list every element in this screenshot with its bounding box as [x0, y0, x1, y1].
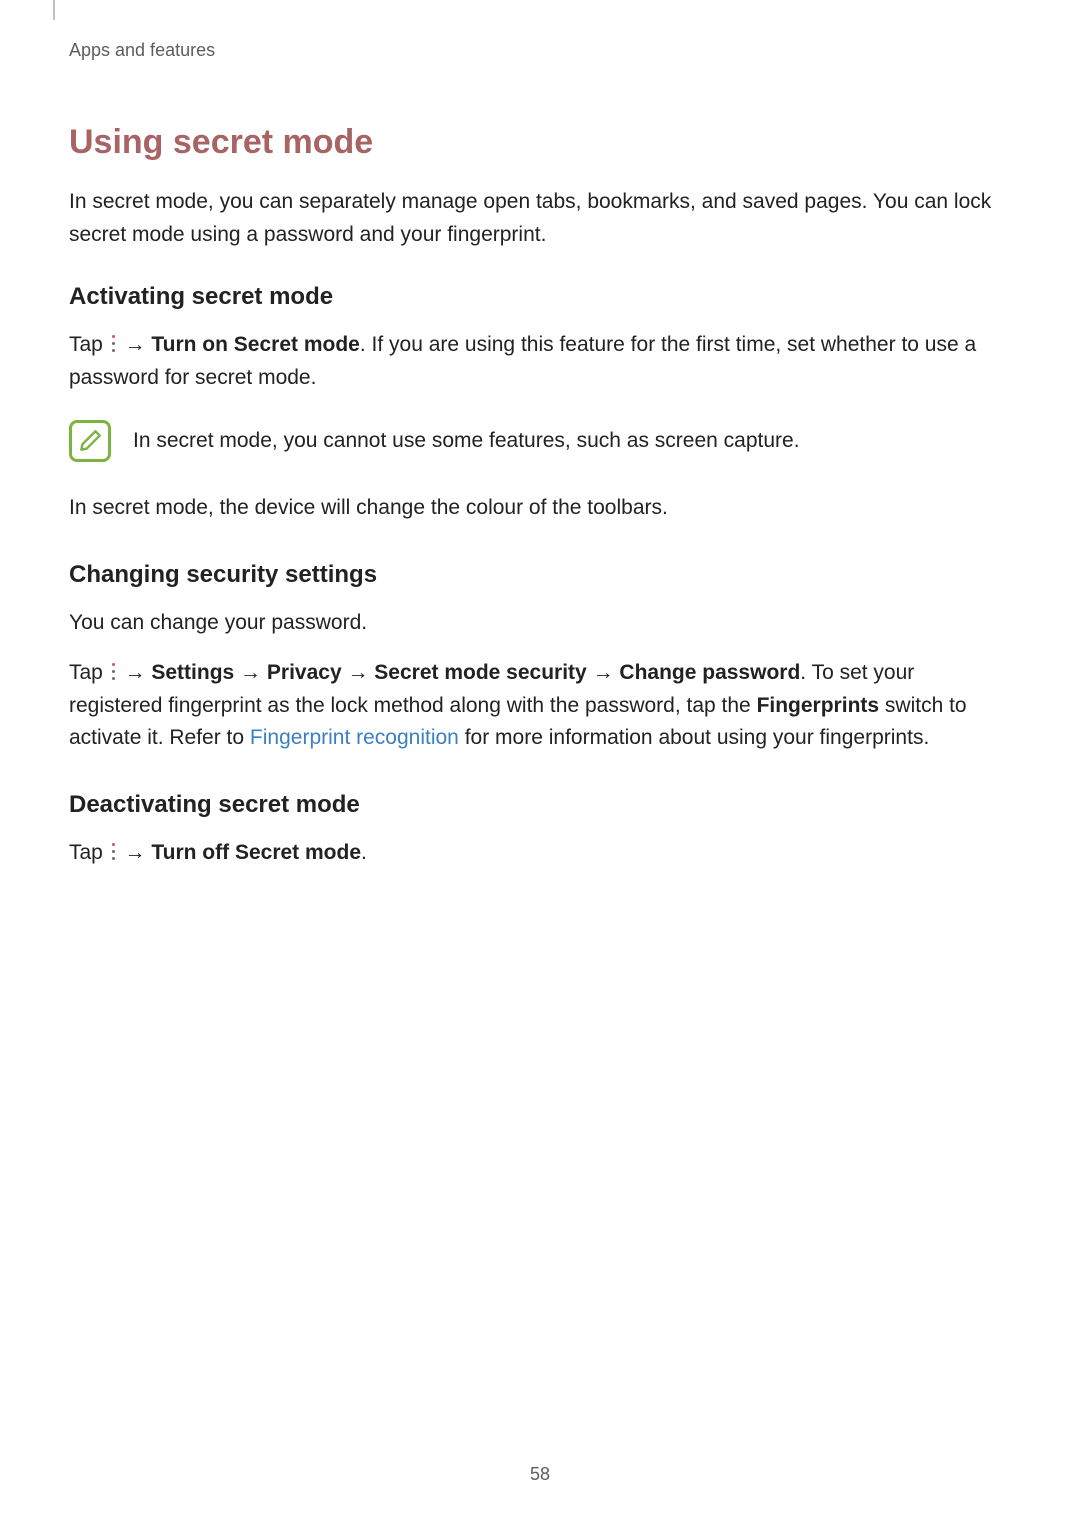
- arrow-icon: →: [234, 661, 267, 684]
- text-tap: Tap: [69, 661, 109, 684]
- page-number: 58: [0, 1464, 1080, 1485]
- more-options-icon: [109, 841, 119, 861]
- path-privacy: Privacy: [267, 661, 342, 684]
- fingerprint-recognition-link[interactable]: Fingerprint recognition: [250, 726, 459, 749]
- section-deactivating: Deactivating secret mode Tap → Turn off …: [69, 791, 1011, 870]
- intro-paragraph: In secret mode, you can separately manag…: [69, 186, 1011, 251]
- turn-off-secret-mode-label: Turn off Secret mode: [151, 841, 361, 864]
- arrow-icon: →: [119, 333, 152, 356]
- text-tap: Tap: [69, 841, 109, 864]
- section-activating: Activating secret mode Tap → Turn on Sec…: [69, 283, 1011, 525]
- more-options-icon: [109, 333, 119, 353]
- note-text: In secret mode, you cannot use some feat…: [133, 425, 800, 457]
- arrow-icon: →: [119, 841, 152, 864]
- page-crop-mark: [53, 0, 55, 20]
- section-changing: Changing security settings You can chang…: [69, 561, 1011, 755]
- arrow-icon: →: [587, 661, 620, 684]
- fingerprints-label: Fingerprints: [757, 694, 880, 717]
- page-title: Using secret mode: [69, 123, 1011, 162]
- text-tap: Tap: [69, 333, 109, 356]
- more-options-icon: [109, 661, 119, 681]
- deactivating-suffix: .: [361, 841, 367, 864]
- path-change-password: Change password: [619, 661, 800, 684]
- turn-on-secret-mode-label: Turn on Secret mode: [151, 333, 359, 356]
- breadcrumb: Apps and features: [69, 40, 1011, 61]
- changing-line2: Tap → Settings → Privacy → Secret mode s…: [69, 657, 1011, 755]
- deactivating-instruction: Tap → Turn off Secret mode.: [69, 837, 1011, 870]
- path-secret-mode-security: Secret mode security: [374, 661, 586, 684]
- heading-changing: Changing security settings: [69, 561, 1011, 589]
- changing-line1: You can change your password.: [69, 607, 1011, 640]
- note-box: In secret mode, you cannot use some feat…: [69, 420, 1011, 462]
- activating-after-note: In secret mode, the device will change t…: [69, 492, 1011, 525]
- heading-deactivating: Deactivating secret mode: [69, 791, 1011, 819]
- heading-activating: Activating secret mode: [69, 283, 1011, 311]
- path-settings: Settings: [151, 661, 234, 684]
- arrow-icon: →: [119, 661, 152, 684]
- arrow-icon: →: [342, 661, 375, 684]
- note-icon: [69, 420, 111, 462]
- activating-instruction: Tap → Turn on Secret mode. If you are us…: [69, 329, 1011, 394]
- changing-end: for more information about using your fi…: [459, 726, 929, 749]
